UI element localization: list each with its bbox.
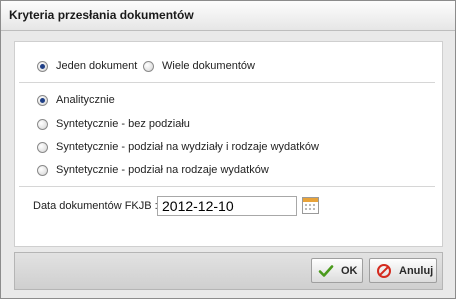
divider [19,186,435,187]
cancel-label: Anuluj [399,264,434,277]
calendar-icon[interactable] [302,197,319,214]
cancel-icon [375,262,393,280]
dialog-title: Kryteria przesłania dokumentów [9,8,194,22]
radio-label: Analitycznie [56,94,115,106]
radio-button[interactable] [37,94,48,106]
date-field-label: Data dokumentów FKJB : [33,200,158,212]
radio-label: Syntetycznie - podział na rodzaje wydatk… [56,164,269,176]
radio-button[interactable] [37,141,48,153]
check-icon [317,262,335,280]
ok-label: OK [341,264,358,277]
radio-button[interactable] [37,118,48,130]
dialog-footer: OK Anuluj [14,252,443,290]
radio-label: Wiele dokumentów [162,60,255,72]
radio-button[interactable] [143,60,154,72]
radio-label: Syntetycznie - bez podziału [56,118,190,130]
radio-button[interactable] [37,60,48,72]
radio-label: Syntetycznie - podział na wydziały i rod… [56,141,319,153]
cancel-button[interactable]: Anuluj [369,258,437,283]
date-input[interactable]: 2012-12-10 [157,196,297,216]
radio-syntetycznie-rodzaje[interactable]: Syntetycznie - podział na rodzaje wydatk… [37,164,269,176]
dialog-titlebar: Kryteria przesłania dokumentów [1,1,455,31]
radio-syntetycznie-bez-podzialu[interactable]: Syntetycznie - bez podziału [37,118,190,130]
radio-analitycznie[interactable]: Analitycznie [37,94,115,106]
ok-button[interactable]: OK [311,258,363,283]
divider [19,82,435,83]
radio-button[interactable] [37,164,48,176]
radio-jeden-dokument[interactable]: Jeden dokument [37,60,137,72]
dialog-window: Kryteria przesłania dokumentów Jeden dok… [0,0,456,299]
radio-syntetycznie-wydzialy[interactable]: Syntetycznie - podział na wydziały i rod… [37,141,319,153]
radio-label: Jeden dokument [56,60,138,72]
radio-wiele-dokumentow[interactable]: Wiele dokumentów [143,60,255,72]
dialog-content: Jeden dokument Wiele dokumentów Analityc… [14,41,443,247]
